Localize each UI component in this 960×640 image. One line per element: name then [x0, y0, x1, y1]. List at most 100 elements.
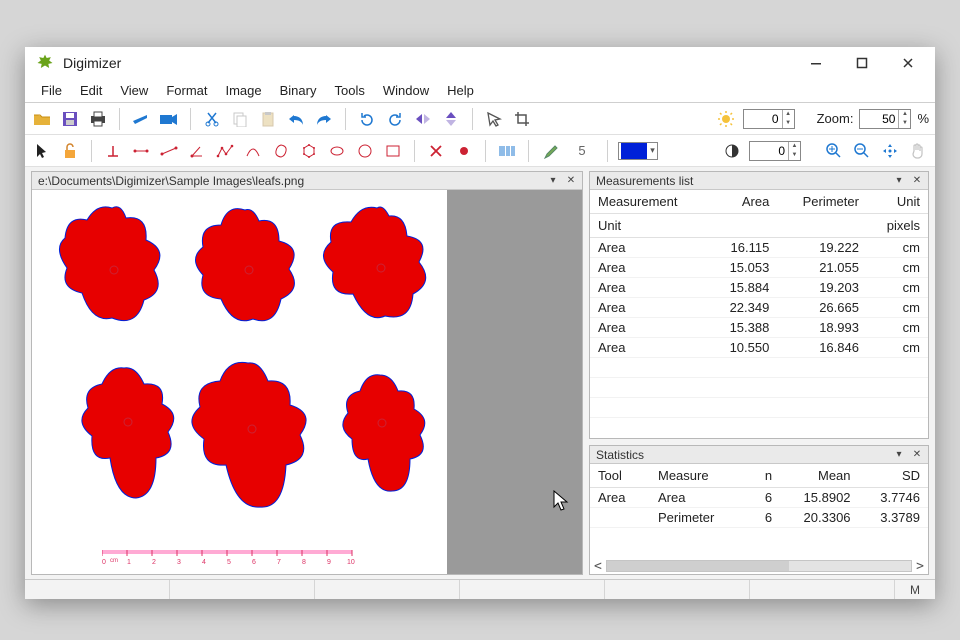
crop-icon[interactable]	[511, 108, 533, 130]
separator	[414, 140, 415, 162]
panel-menu-icon[interactable]: ▾	[545, 174, 561, 188]
zoom-label: Zoom:	[817, 111, 854, 126]
copy-icon[interactable]	[229, 108, 251, 130]
col-tool[interactable]: Tool	[590, 464, 650, 488]
titlebar: Digimizer	[25, 47, 935, 79]
table-row[interactable]: Area16.11519.222cm	[590, 238, 928, 258]
point-tool-icon[interactable]	[102, 140, 124, 162]
svg-text:cm: cm	[110, 558, 118, 564]
table-row[interactable]: AreaArea615.89023.7746	[590, 488, 928, 508]
panel-close-icon[interactable]: ✕	[909, 174, 925, 188]
toolbar-measure: 5 ▲▼	[25, 135, 935, 167]
table-row[interactable]: Area15.05321.055cm	[590, 258, 928, 278]
circle-icon[interactable]	[354, 140, 376, 162]
content-area: e:\Documents\Digimizer\Sample Images\lea…	[25, 167, 935, 579]
print-icon[interactable]	[87, 108, 109, 130]
col-unit[interactable]: Unit	[867, 190, 928, 214]
table-header-row: Measurement Area Perimeter Unit	[590, 190, 928, 214]
col-mean[interactable]: Mean	[780, 464, 858, 488]
menu-help[interactable]: Help	[439, 80, 482, 101]
unlock-icon[interactable]	[59, 140, 81, 162]
rotate-cw-icon[interactable]	[384, 108, 406, 130]
menu-format[interactable]: Format	[158, 80, 215, 101]
table-row[interactable]: Area15.38818.993cm	[590, 318, 928, 338]
save-icon[interactable]	[59, 108, 81, 130]
col-area[interactable]: Area	[708, 190, 777, 214]
maximize-button[interactable]	[839, 47, 885, 79]
zoom-input[interactable]	[860, 110, 898, 128]
table-row[interactable]: Area10.55016.846cm	[590, 338, 928, 358]
pointer-icon[interactable]	[31, 140, 53, 162]
open-icon[interactable]	[31, 108, 53, 130]
polygon-icon[interactable]	[298, 140, 320, 162]
col-measure[interactable]: Measure	[650, 464, 740, 488]
scale-ruler: 0 1 2 3 4 5 6 7 8 9 10	[102, 546, 362, 566]
paste-icon[interactable]	[257, 108, 279, 130]
rotate-ccw-icon[interactable]	[356, 108, 378, 130]
arrow-tool-icon[interactable]	[483, 108, 505, 130]
cut-icon[interactable]	[201, 108, 223, 130]
col-perimeter[interactable]: Perimeter	[777, 190, 867, 214]
barcode-icon[interactable]	[496, 140, 518, 162]
leaf-shape-1	[52, 198, 172, 348]
ellipse-icon[interactable]	[326, 140, 348, 162]
col-sd[interactable]: SD	[859, 464, 928, 488]
closed-curve-icon[interactable]	[270, 140, 292, 162]
status-cell-6	[750, 580, 895, 599]
camera-icon[interactable]	[158, 108, 180, 130]
separator	[472, 108, 473, 130]
right-column: Measurements list ▾ ✕ Measurement Area P…	[589, 171, 929, 575]
panel-menu-icon[interactable]: ▾	[891, 448, 907, 462]
eyedropper-icon[interactable]	[539, 140, 561, 162]
menu-window[interactable]: Window	[375, 80, 437, 101]
col-n[interactable]: n	[740, 464, 780, 488]
svg-text:0: 0	[102, 559, 106, 566]
contrast-spinner[interactable]: ▲▼	[749, 141, 801, 161]
angle-tool-icon[interactable]	[186, 140, 208, 162]
line-count-value: 5	[567, 143, 597, 158]
rect-icon[interactable]	[382, 140, 404, 162]
zoom-in-icon[interactable]	[823, 140, 845, 162]
brightness-spinner[interactable]: ▲▼	[743, 109, 795, 129]
polyline-tool-icon[interactable]	[214, 140, 236, 162]
image-canvas[interactable]: 0 1 2 3 4 5 6 7 8 9 10	[32, 190, 582, 574]
col-measurement[interactable]: Measurement	[590, 190, 708, 214]
zoom-spinner[interactable]: ▲▼	[859, 109, 911, 129]
app-title: Digimizer	[63, 55, 793, 71]
line-tool-icon[interactable]	[130, 140, 152, 162]
curve-tool-icon[interactable]	[242, 140, 264, 162]
status-cell-3	[315, 580, 460, 599]
table-row[interactable]: Area22.34926.665cm	[590, 298, 928, 318]
panel-menu-icon[interactable]: ▾	[891, 174, 907, 188]
contrast-icon[interactable]	[721, 140, 743, 162]
menu-file[interactable]: File	[33, 80, 70, 101]
menu-tools[interactable]: Tools	[326, 80, 372, 101]
menu-image[interactable]: Image	[217, 80, 269, 101]
menu-binary[interactable]: Binary	[272, 80, 325, 101]
delete-marker-icon[interactable]	[425, 140, 447, 162]
statistics-table: Tool Measure n Mean SD AreaArea615.89023…	[590, 464, 928, 528]
table-row[interactable]: Perimeter620.33063.3789	[590, 508, 928, 528]
panel-close-icon[interactable]: ✕	[563, 174, 579, 188]
marker-dot-icon[interactable]	[453, 140, 475, 162]
menu-view[interactable]: View	[112, 80, 156, 101]
zoom-out-icon[interactable]	[851, 140, 873, 162]
close-button[interactable]	[885, 47, 931, 79]
menu-edit[interactable]: Edit	[72, 80, 110, 101]
segment-tool-icon[interactable]	[158, 140, 180, 162]
undo-icon[interactable]	[285, 108, 307, 130]
pan-icon[interactable]	[879, 140, 901, 162]
color-swatch-dropdown[interactable]	[618, 142, 658, 160]
flip-h-icon[interactable]	[412, 108, 434, 130]
table-row[interactable]: Area15.88419.203cm	[590, 278, 928, 298]
redo-icon[interactable]	[313, 108, 335, 130]
brightness-icon[interactable]	[715, 108, 737, 130]
statistics-scrollbar[interactable]: <>	[590, 558, 928, 574]
flip-v-icon[interactable]	[440, 108, 462, 130]
contrast-input[interactable]	[750, 142, 788, 160]
hand-icon[interactable]	[907, 140, 929, 162]
minimize-button[interactable]	[793, 47, 839, 79]
scanner-icon[interactable]	[130, 108, 152, 130]
brightness-input[interactable]	[744, 110, 782, 128]
panel-close-icon[interactable]: ✕	[909, 448, 925, 462]
